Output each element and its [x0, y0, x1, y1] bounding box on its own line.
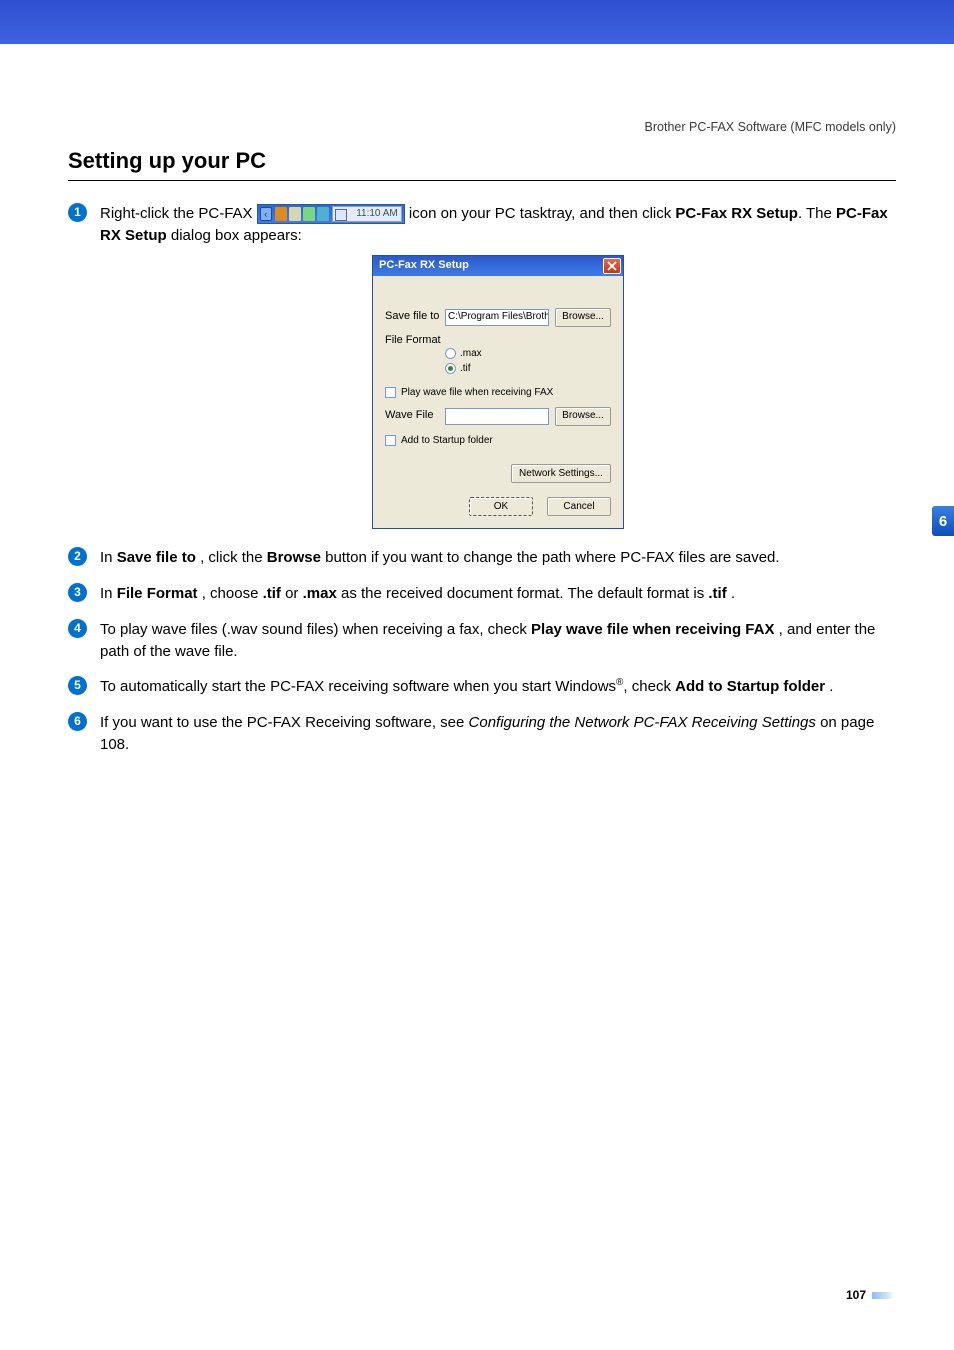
s5-b1: Add to Startup folder: [675, 678, 825, 695]
s3-e: .: [731, 585, 735, 602]
s6-i1: Configuring the Network PC-FAX Receiving…: [469, 714, 816, 731]
save-path-input[interactable]: C:\Program Files\Brother\Brmfl04a\: [445, 309, 549, 326]
play-wave-checkbox[interactable]: [385, 387, 396, 398]
s6-a: If you want to use the PC-FAX Receiving …: [100, 714, 469, 731]
cancel-button[interactable]: Cancel: [547, 497, 611, 516]
running-head: Brother PC-FAX Software (MFC models only…: [0, 44, 954, 134]
step-number-6: 6: [68, 712, 87, 731]
ok-button[interactable]: OK: [469, 497, 533, 516]
wave-file-input[interactable]: [445, 408, 549, 425]
s3-b: , choose: [202, 585, 263, 602]
top-header-band: [0, 0, 954, 44]
radio-max-label: .max: [460, 346, 482, 361]
s4-b1: Play wave file when receiving FAX: [531, 621, 774, 638]
close-icon[interactable]: [603, 258, 621, 274]
step-3: 3 In File Format , choose .tif or .max a…: [68, 583, 896, 605]
radio-tif[interactable]: .tif: [445, 361, 611, 376]
s3-c: or: [285, 585, 303, 602]
s3-d: as the received document format. The def…: [341, 585, 708, 602]
tasktray-icon: ‹ 11:10 AM: [257, 204, 405, 224]
wavefile-row: Wave File Browse...: [385, 407, 611, 426]
dialog-footer: OK Cancel: [385, 491, 611, 516]
play-wave-row[interactable]: Play wave file when receiving FAX: [385, 386, 611, 401]
play-wave-label: Play wave file when receiving FAX: [401, 387, 553, 398]
tray-icon-3: [303, 207, 315, 221]
pcfax-rx-setup-dialog: PC-Fax RX Setup Save file to C:\Program …: [372, 255, 624, 530]
steps-list: 1 Right-click the PC-FAX ‹ 11:10 AM icon…: [68, 203, 896, 756]
s2-b: , click the: [200, 549, 267, 566]
step1-bold1: PC-Fax RX Setup: [675, 205, 798, 222]
step-number-5: 5: [68, 676, 87, 695]
step-2: 2 In Save file to , click the Browse but…: [68, 547, 896, 569]
browse-save-button[interactable]: Browse...: [555, 308, 611, 327]
s4-a: To play wave files (.wav sound files) wh…: [100, 621, 531, 638]
startup-label: Add to Startup folder: [401, 435, 493, 446]
step-5: 5 To automatically start the PC-FAX rece…: [68, 676, 896, 698]
step-number-1: 1: [68, 203, 87, 222]
browse-wave-button[interactable]: Browse...: [555, 407, 611, 426]
step1-text-c: . The: [798, 205, 836, 222]
tasktray-chevron-icon: ‹: [260, 207, 272, 221]
startup-checkbox[interactable]: [385, 435, 396, 446]
dialog-title: PC-Fax RX Setup: [379, 258, 469, 274]
step-1: 1 Right-click the PC-FAX ‹ 11:10 AM icon…: [68, 203, 896, 529]
file-format-label: File Format: [385, 333, 445, 349]
radio-tif-label: .tif: [460, 361, 471, 376]
network-settings-button[interactable]: Network Settings...: [511, 464, 611, 483]
step-number-4: 4: [68, 619, 87, 638]
dialog-wrapper: PC-Fax RX Setup Save file to C:\Program …: [100, 255, 896, 530]
network-row: Network Settings...: [385, 464, 611, 483]
dialog-titlebar: PC-Fax RX Setup: [373, 256, 623, 276]
radio-max[interactable]: .max: [445, 346, 611, 361]
step1-text-b: icon on your PC tasktray, and then click: [409, 205, 676, 222]
step-4: 4 To play wave files (.wav sound files) …: [68, 619, 896, 663]
s3-b3: .max: [303, 585, 337, 602]
s3-b1: File Format: [117, 585, 198, 602]
radio-dot-tif: [445, 363, 456, 374]
s3-b2: .tif: [263, 585, 281, 602]
s3-b4: .tif: [708, 585, 726, 602]
page-number: 107: [846, 1288, 894, 1302]
radio-dot-max: [445, 348, 456, 359]
step-number-3: 3: [68, 583, 87, 602]
step-number-2: 2: [68, 547, 87, 566]
side-chapter-tab: 6: [932, 506, 954, 536]
s2-a: In: [100, 549, 117, 566]
tray-clock: 11:10 AM: [332, 206, 402, 222]
s2-c: button if you want to change the path wh…: [325, 549, 779, 566]
step1-text-a: Right-click the PC-FAX: [100, 205, 257, 222]
s2-b2: Browse: [267, 549, 321, 566]
save-file-to-label: Save file to: [385, 309, 445, 325]
tray-icon-1: [275, 207, 287, 221]
step1-text-d: dialog box appears:: [167, 227, 302, 244]
file-format-radios: .max .tif: [385, 346, 611, 376]
step-6: 6 If you want to use the PC-FAX Receivin…: [68, 712, 896, 756]
section-title: Setting up your PC: [68, 148, 896, 181]
s5-a: To automatically start the PC-FAX receiv…: [100, 678, 616, 695]
tray-icon-2: [289, 207, 301, 221]
s3-a: In: [100, 585, 117, 602]
dialog-body: Save file to C:\Program Files\Brother\Br…: [373, 276, 623, 529]
content-area: Setting up your PC 1 Right-click the PC-…: [0, 134, 954, 756]
tray-icon-4: [317, 207, 329, 221]
wave-file-label: Wave File: [385, 408, 445, 424]
startup-row[interactable]: Add to Startup folder: [385, 434, 611, 449]
save-row: Save file to C:\Program Files\Brother\Br…: [385, 308, 611, 327]
s5-c: .: [829, 678, 833, 695]
s2-b1: Save file to: [117, 549, 196, 566]
s5-b: , check: [623, 678, 675, 695]
